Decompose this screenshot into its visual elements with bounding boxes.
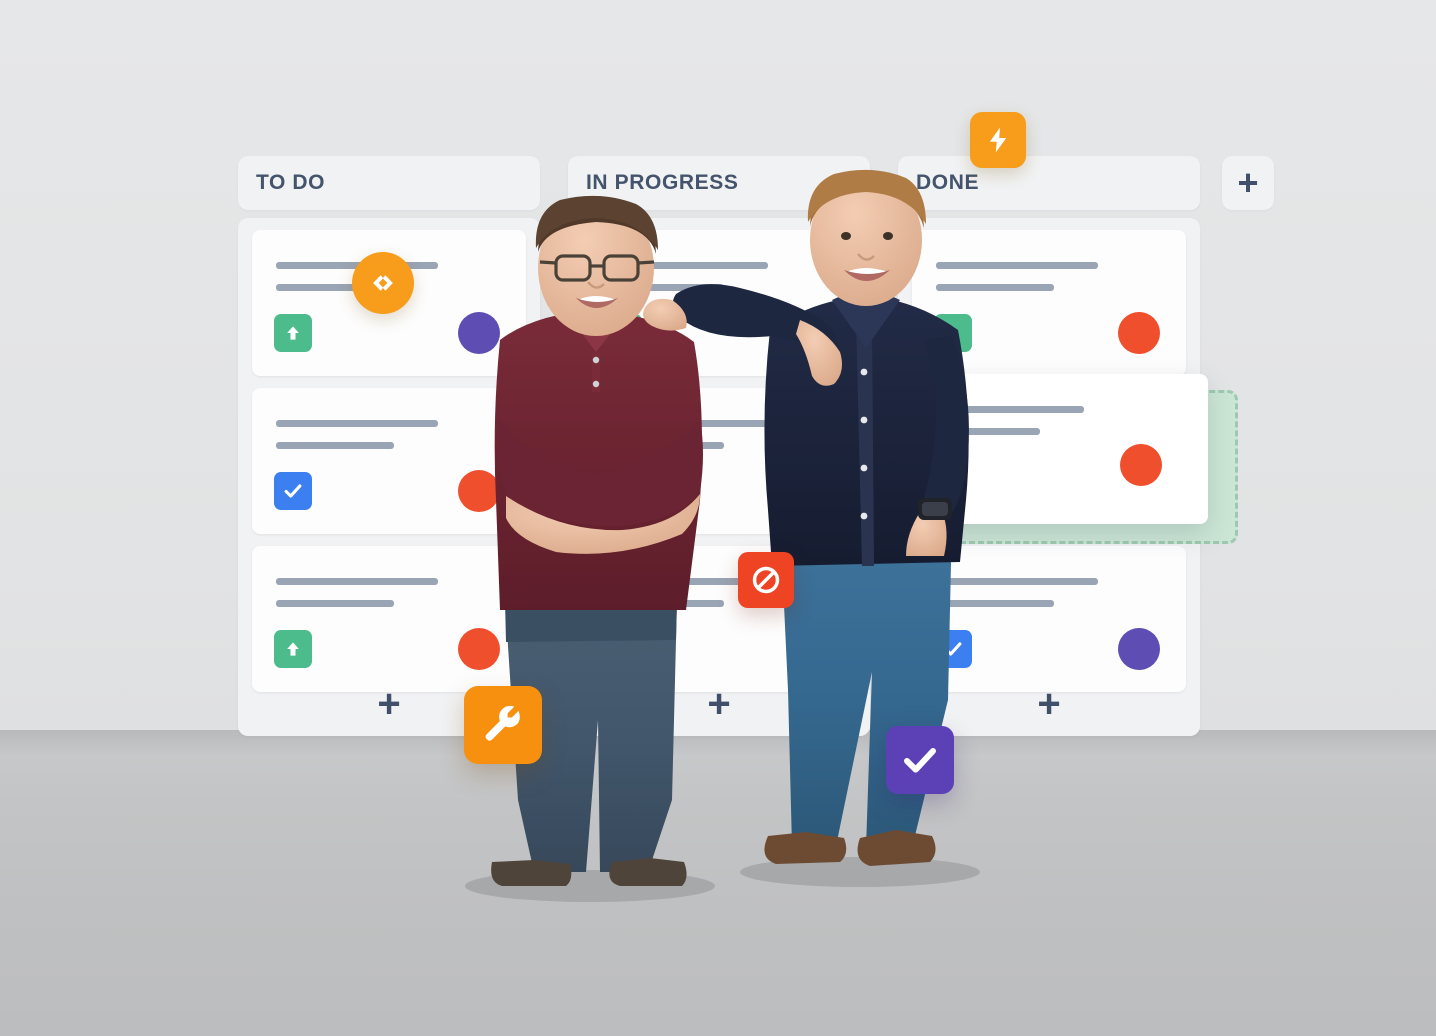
column-header-todo[interactable]: TO DO (238, 156, 540, 210)
card[interactable] (582, 546, 856, 692)
card-subtitle-placeholder (936, 600, 1054, 607)
column-title: TO DO (256, 171, 326, 194)
column-title: DONE (916, 171, 980, 194)
avatar[interactable] (788, 628, 830, 670)
arrow-up-icon[interactable] (274, 630, 312, 668)
plus-icon: + (377, 682, 401, 726)
card-subtitle-placeholder (276, 442, 394, 449)
wrench-icon[interactable] (464, 686, 542, 764)
avatar[interactable] (1118, 628, 1160, 670)
kanban-board: TO DO + IN PROGRESS + DONE + (238, 156, 1238, 736)
board-column-todo: TO DO + (238, 156, 540, 736)
avatar[interactable] (458, 628, 500, 670)
code-brackets-icon[interactable] (352, 252, 414, 314)
card-subtitle-placeholder (606, 600, 724, 607)
card-title-placeholder (936, 262, 1098, 269)
arrow-up-icon[interactable] (604, 630, 642, 668)
plus-icon: + (707, 682, 731, 726)
card-title-placeholder (276, 578, 438, 585)
scene: TO DO + IN PROGRESS + DONE + + (0, 0, 1436, 1036)
card-subtitle-placeholder (936, 284, 1054, 291)
avatar[interactable] (458, 312, 500, 354)
arrow-up-icon[interactable] (274, 314, 312, 352)
avatar[interactable] (1120, 444, 1162, 486)
card[interactable] (912, 230, 1186, 376)
add-card-button-in-progress[interactable]: + (568, 672, 870, 736)
arrow-up-icon[interactable] (934, 314, 972, 352)
arrow-up-icon[interactable] (604, 314, 642, 352)
card-subtitle-placeholder (922, 428, 1040, 435)
card-subtitle-placeholder (606, 284, 724, 291)
card-title-placeholder (606, 420, 768, 427)
checkbox-icon[interactable] (934, 630, 972, 668)
dragged-card[interactable] (898, 374, 1208, 524)
lightning-bolt-icon[interactable] (970, 112, 1026, 168)
card-title-placeholder (936, 578, 1098, 585)
column-header-done[interactable]: DONE (898, 156, 1200, 210)
avatar[interactable] (458, 470, 500, 512)
card[interactable] (252, 546, 526, 692)
card-title-placeholder (606, 262, 768, 269)
studio-floor (0, 730, 1436, 1036)
check-icon[interactable] (886, 726, 954, 794)
plus-icon: + (1037, 682, 1061, 726)
avatar[interactable] (788, 312, 830, 354)
card[interactable] (252, 388, 526, 534)
add-column-button[interactable]: + (1222, 156, 1274, 210)
avatar[interactable] (1118, 312, 1160, 354)
avatar[interactable] (788, 470, 830, 512)
card-title-placeholder (922, 406, 1084, 413)
arrow-up-icon[interactable] (604, 472, 642, 510)
column-header-in-progress[interactable]: IN PROGRESS (568, 156, 870, 210)
card-subtitle-placeholder (276, 600, 394, 607)
checkbox-icon[interactable] (274, 472, 312, 510)
card[interactable] (582, 230, 856, 376)
column-title: IN PROGRESS (586, 171, 739, 194)
plus-icon: + (1237, 162, 1259, 203)
column-cards-in-progress (568, 218, 870, 736)
card[interactable] (582, 388, 856, 534)
card-title-placeholder (276, 420, 438, 427)
board-column-in-progress: IN PROGRESS + (568, 156, 870, 736)
card-subtitle-placeholder (606, 442, 724, 449)
blocked-icon[interactable] (738, 552, 794, 608)
card[interactable] (912, 546, 1186, 692)
